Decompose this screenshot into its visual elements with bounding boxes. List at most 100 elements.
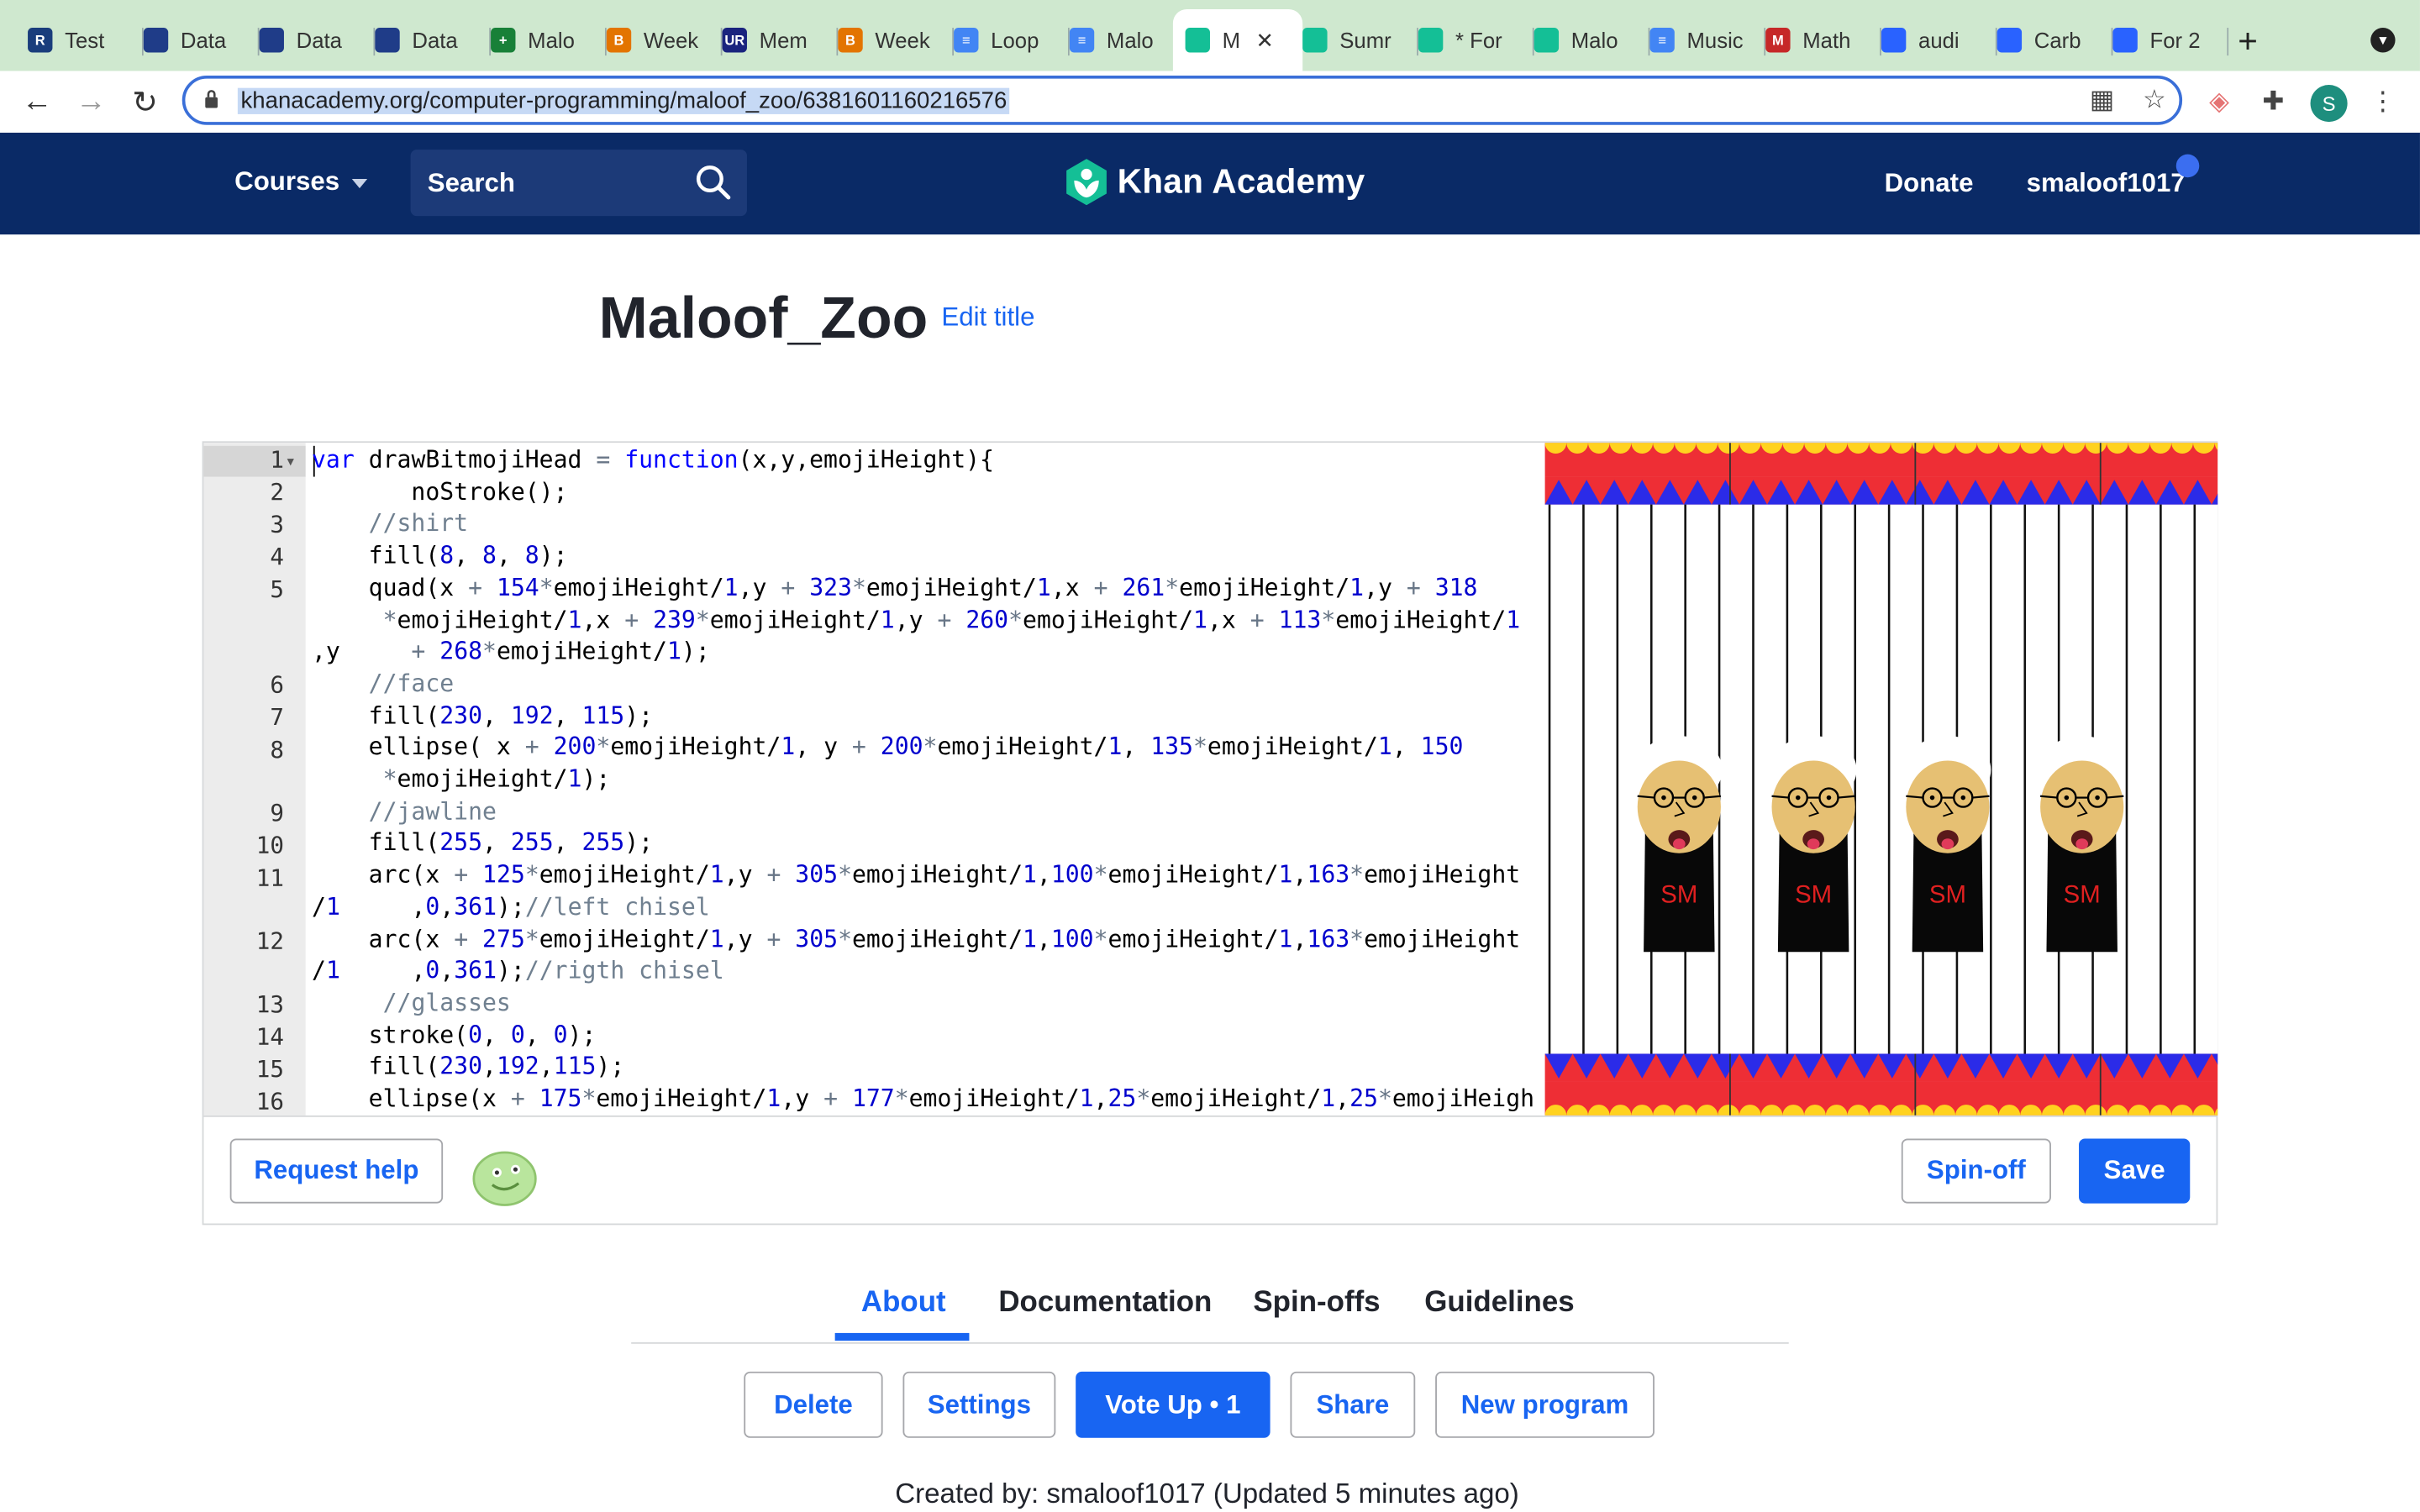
bitmoji-eye xyxy=(2095,795,2100,801)
code-line: var drawBitmojiHead = function(x,y,emoji… xyxy=(312,445,995,474)
browser-tab[interactable]: ≡ Malo xyxy=(1057,13,1186,68)
khan-academy-logo[interactable]: Khan Academy xyxy=(1065,159,1365,206)
bitmoji-shirt-label: SM xyxy=(2064,880,2101,908)
browser-tab[interactable]: For 2 xyxy=(2101,13,2229,68)
code-line: //jawline xyxy=(368,796,497,826)
search-input[interactable]: Search xyxy=(410,150,747,217)
spinoff-button[interactable]: Spin-off xyxy=(1901,1138,2051,1204)
search-icon[interactable] xyxy=(695,164,732,201)
tab-title: Data xyxy=(180,28,227,53)
courses-menu[interactable]: Courses xyxy=(234,166,368,197)
browser-tab[interactable]: UR Mem xyxy=(710,13,839,68)
settings-button[interactable]: Settings xyxy=(902,1371,1056,1438)
browser-tab[interactable]: Data xyxy=(131,13,260,68)
save-button[interactable]: Save xyxy=(2079,1138,2191,1204)
qr-code-icon[interactable]: ▦ xyxy=(2086,85,2118,116)
bitmoji-tongue xyxy=(1941,838,1954,850)
line-number-gutter: 1 ▾ 2 3 4 5 6 7 8 9 10 11 12 13 14 15 16 xyxy=(203,443,306,1116)
line-number: 13 xyxy=(255,990,284,1019)
request-help-button[interactable]: Request help xyxy=(229,1138,444,1204)
code-line: ellipse( x + 200*emojiHeight/1, y + 200*… xyxy=(312,732,1464,762)
line-number: 1 xyxy=(270,445,284,474)
browser-tab[interactable]: ≡ Music xyxy=(1638,13,1766,68)
edit-title-link[interactable]: Edit title xyxy=(941,302,1034,333)
line-number: 16 xyxy=(255,1087,284,1116)
url-text[interactable]: khanacademy.org/computer-programming/mal… xyxy=(237,87,1011,114)
bitmoji-shirt-label: SM xyxy=(1929,880,1966,908)
tab-favicon-icon: + xyxy=(491,28,516,53)
tab-title: Malo xyxy=(1106,28,1154,53)
bitmoji-figure: SM xyxy=(1635,736,1723,953)
code-line: *emojiHeight/1,x + 239*emojiHeight/1,y +… xyxy=(382,605,1521,633)
new-tab-button[interactable]: + xyxy=(2238,22,2258,62)
browser-tab[interactable]: Data xyxy=(247,13,376,68)
line-number: 5 xyxy=(270,575,284,604)
bitmoji-tongue xyxy=(2075,838,2089,850)
browser-tab[interactable]: R Test xyxy=(15,13,144,68)
extension-cast-icon[interactable]: ◈ xyxy=(2204,87,2235,118)
browser-tab[interactable]: ≡ Loop xyxy=(941,13,1070,68)
browser-tab[interactable]: + Malo xyxy=(478,13,607,68)
bitmoji-eye xyxy=(1826,795,1832,801)
tab-guidelines[interactable]: Guidelines xyxy=(1424,1287,1574,1320)
browser-tab[interactable]: B Week xyxy=(826,13,955,68)
bookmark-star-icon[interactable]: ☆ xyxy=(2139,85,2170,116)
code-line: fill(255, 255, 255); xyxy=(312,829,654,858)
created-by-text: Created by: smaloof1017 (Updated 5 minut… xyxy=(895,1478,1519,1509)
share-button[interactable]: Share xyxy=(1290,1371,1416,1438)
profile-avatar[interactable]: S xyxy=(2310,85,2348,123)
tab-favicon-icon: B xyxy=(606,28,632,53)
browser-tab[interactable]: Malo xyxy=(1522,13,1650,68)
close-tab-icon[interactable]: ✕ xyxy=(1255,27,1274,53)
browser-tab[interactable]: Carb xyxy=(1985,13,2113,68)
new-program-button[interactable]: New program xyxy=(1435,1371,1655,1438)
tab-title: audi xyxy=(1918,28,1960,53)
forward-icon[interactable]: → xyxy=(72,83,109,120)
bitmoji-figure: SM xyxy=(1904,736,1991,953)
tab-favicon-icon xyxy=(1185,28,1210,53)
vote-up-button[interactable]: Vote Up • 1 xyxy=(1076,1371,1270,1438)
code-line: arc(x + 275*emojiHeight/1,y + 305*emojiH… xyxy=(312,925,1521,953)
reload-icon[interactable]: ↻ xyxy=(127,83,164,120)
brand-name: Khan Academy xyxy=(1117,161,1365,201)
code-editor[interactable]: var drawBitmojiHead = function(x,y,emoji… xyxy=(312,443,1544,1116)
search-label: Search xyxy=(427,168,515,198)
browser-menu-icon[interactable]: ⋮ xyxy=(2367,87,2398,118)
bitmoji-shirt-label: SM xyxy=(1660,880,1697,908)
tab-search-icon[interactable]: ▾ xyxy=(2370,28,2396,53)
user-menu[interactable]: smaloof1017 xyxy=(2027,168,2186,199)
code-line: stroke(0, 0, 0); xyxy=(312,1021,597,1049)
tab-title: For 2 xyxy=(2149,28,2201,53)
back-icon[interactable]: ← xyxy=(18,83,55,120)
browser-tab[interactable]: Sumr xyxy=(1290,13,1418,68)
extensions-puzzle-icon[interactable]: ✚ xyxy=(2258,87,2289,118)
line-number: 15 xyxy=(255,1055,284,1084)
tab-title: Test xyxy=(65,28,105,53)
tab-title: Carb xyxy=(2033,28,2081,53)
code-line: //face xyxy=(368,669,455,697)
browser-tab[interactable]: B Week xyxy=(594,13,723,68)
tab-about[interactable]: About xyxy=(861,1287,946,1320)
browser-tab[interactable]: M Math xyxy=(1753,13,1881,68)
program-editor: 1 ▾ 2 3 4 5 6 7 8 9 10 11 12 13 14 15 16 var drawBitmoji… xyxy=(202,441,2218,1226)
tab-favicon-icon xyxy=(375,28,400,53)
address-bar[interactable]: khanacademy.org/computer-programming/mal… xyxy=(182,75,2183,125)
fold-arrow-icon[interactable]: ▾ xyxy=(287,446,294,477)
delete-button[interactable]: Delete xyxy=(744,1371,883,1438)
top-border-band xyxy=(1544,443,2218,505)
program-output-canvas[interactable]: SM SM SM SM xyxy=(1544,443,2218,1116)
browser-tab[interactable]: * For xyxy=(1406,13,1534,68)
donate-link[interactable]: Donate xyxy=(1885,168,1974,199)
browser-tab[interactable]: M ✕ xyxy=(1172,9,1303,71)
tab-spinoffs[interactable]: Spin-offs xyxy=(1253,1287,1380,1320)
bitmoji-eye xyxy=(1691,795,1697,801)
code-line: ellipse(x + 175*emojiHeight/1,y + 177*em… xyxy=(312,1084,1535,1113)
khan-hexagon-icon xyxy=(1066,159,1107,206)
tab-favicon-icon xyxy=(2112,28,2138,53)
browser-tab[interactable]: Data xyxy=(363,13,492,68)
code-line: /1 ,0,361);//rigth chisel xyxy=(312,957,724,985)
tab-title: M xyxy=(1222,28,1241,53)
tab-documentation[interactable]: Documentation xyxy=(998,1287,1212,1320)
tab-separator xyxy=(2227,28,2229,56)
browser-tab[interactable]: audi xyxy=(1869,13,1997,68)
